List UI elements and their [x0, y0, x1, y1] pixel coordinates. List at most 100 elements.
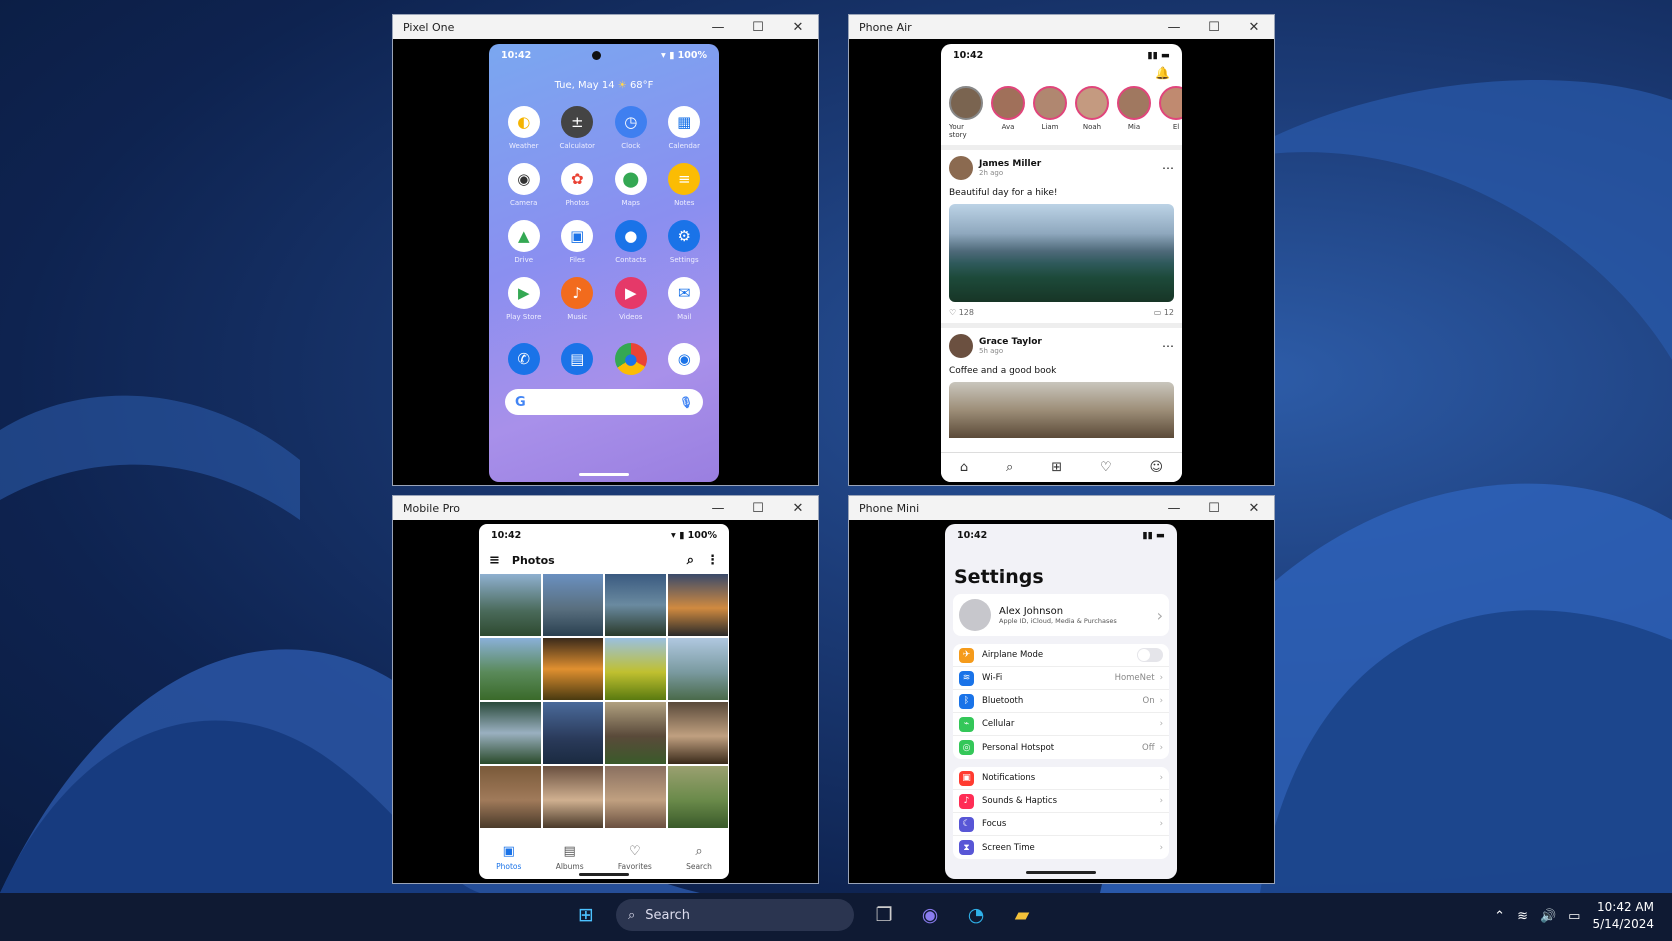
nav-photos[interactable]: ▣ Photos [496, 844, 521, 871]
photo-thumbnail[interactable] [480, 766, 541, 828]
app-calendar[interactable]: ▦ Calendar [658, 106, 712, 150]
nav-albums[interactable]: ▤ Albums [556, 844, 584, 871]
search-icon[interactable]: ⌕ [687, 553, 694, 568]
app-drive[interactable]: ▲ Drive [497, 220, 551, 264]
photo-thumbnail[interactable] [667, 638, 728, 700]
mic-icon[interactable]: 🎙 [679, 396, 693, 409]
airplane-toggle[interactable] [1137, 648, 1163, 662]
row-notifications[interactable]: ▣ Notifications › [953, 767, 1169, 790]
maximize-icon[interactable]: ☐ [1194, 501, 1234, 516]
app-files[interactable]: ▣ Files [551, 220, 605, 264]
home-indicator[interactable] [579, 873, 629, 876]
titlebar[interactable]: Phone Mini — ☐ ✕ [849, 496, 1274, 520]
app-notes[interactable]: ≡ Notes [658, 163, 712, 207]
avatar[interactable] [949, 334, 973, 358]
titlebar[interactable]: Phone Air — ☐ ✕ [849, 15, 1274, 39]
window-phone-air[interactable]: Phone Air — ☐ ✕ 10:42 ▮▮ ▬ 🔔 Your story A… [848, 14, 1275, 486]
story-item[interactable]: Liam [1033, 86, 1067, 139]
row-wifi[interactable]: ≋ Wi-Fi HomeNet › [953, 667, 1169, 690]
photo-thumbnail[interactable] [605, 574, 666, 636]
taskbar-search[interactable]: ⌕ Search [616, 899, 854, 931]
titlebar[interactable]: Mobile Pro — ☐ ✕ [393, 496, 818, 520]
more-icon[interactable]: ⋯ [1162, 339, 1174, 353]
photo-thumbnail[interactable] [667, 766, 728, 828]
clock[interactable]: 10:42 AM 5/14/2024 [1592, 899, 1654, 933]
story-item[interactable]: Your story [949, 86, 983, 139]
post-author[interactable]: Grace Taylor [979, 337, 1156, 347]
search-icon[interactable]: ⌕ [1006, 460, 1013, 475]
app-clock[interactable]: ◷ Clock [604, 106, 658, 150]
window-phone-mini[interactable]: Phone Mini — ☐ ✕ 10:42 ▮▮ ▬ Settings Alex… [848, 495, 1275, 884]
avatar[interactable] [949, 156, 973, 180]
more-icon[interactable]: ⋯ [1162, 161, 1174, 175]
wifi-icon[interactable]: ≋ [1517, 909, 1528, 924]
photo-thumbnail[interactable] [542, 574, 603, 636]
minimize-icon[interactable]: — [1154, 501, 1194, 516]
row-personal-hotspot[interactable]: ◎ Personal Hotspot Off › [953, 736, 1169, 759]
comment-count[interactable]: ▭ 12 [1154, 308, 1174, 317]
app-maps[interactable]: ⬤ Maps [604, 163, 658, 207]
bell-icon[interactable]: 🔔 [941, 66, 1182, 80]
app-mail[interactable]: ✉ Mail [658, 277, 712, 321]
photo-thumbnail[interactable] [605, 766, 666, 828]
dock-messages[interactable]: ▤ [551, 343, 605, 375]
story-item[interactable]: El [1159, 86, 1182, 139]
close-icon[interactable]: ✕ [778, 20, 818, 35]
file-explorer-icon[interactable]: ▰ [1006, 899, 1038, 931]
row-focus[interactable]: ☾ Focus › [953, 813, 1169, 836]
minimize-icon[interactable]: — [698, 501, 738, 516]
row-screen-time[interactable]: ⧗ Screen Time › [953, 836, 1169, 859]
dock-phone[interactable]: ✆ [497, 343, 551, 375]
task-view-icon[interactable]: ❐ [868, 899, 900, 931]
chevron-up-icon[interactable]: ⌃ [1494, 909, 1505, 924]
photo-thumbnail[interactable] [480, 574, 541, 636]
maximize-icon[interactable]: ☐ [738, 20, 778, 35]
dock-assistant[interactable]: ◉ [658, 343, 712, 375]
app-calculator[interactable]: ± Calculator [551, 106, 605, 150]
meet-icon[interactable]: ◉ [914, 899, 946, 931]
photo-thumbnail[interactable] [480, 638, 541, 700]
row-cellular[interactable]: ⌁ Cellular › [953, 713, 1169, 736]
profile-icon[interactable]: ☺ [1149, 460, 1163, 475]
home-icon[interactable]: ⌂ [960, 460, 968, 475]
home-indicator[interactable] [579, 473, 629, 476]
more-vert-icon[interactable]: ⋮ [706, 553, 719, 568]
photo-thumbnail[interactable] [667, 702, 728, 764]
app-settings[interactable]: ⚙ Settings [658, 220, 712, 264]
row-sounds-haptics[interactable]: ♪ Sounds & Haptics › [953, 790, 1169, 813]
dock-chrome[interactable]: ● [604, 343, 658, 375]
app-camera[interactable]: ◉ Camera [497, 163, 551, 207]
nav-search[interactable]: ⌕ Search [686, 844, 712, 871]
story-item[interactable]: Ava [991, 86, 1025, 139]
titlebar[interactable]: Pixel One — ☐ ✕ [393, 15, 818, 39]
photo-thumbnail[interactable] [542, 638, 603, 700]
photo-thumbnail[interactable] [667, 574, 728, 636]
minimize-icon[interactable]: — [1154, 20, 1194, 35]
row-airplane-mode[interactable]: ✈ Airplane Mode [953, 644, 1169, 667]
post-image-coffee-book[interactable] [949, 382, 1174, 438]
heart-icon[interactable]: ♡ [1100, 460, 1112, 475]
windows-start-icon[interactable]: ⊞ [570, 899, 602, 931]
close-icon[interactable]: ✕ [1234, 20, 1274, 35]
app-contacts[interactable]: ● Contacts [604, 220, 658, 264]
story-item[interactable]: Mia [1117, 86, 1151, 139]
battery-icon[interactable]: ▭ [1568, 909, 1580, 924]
like-count[interactable]: ♡ 128 [949, 308, 974, 317]
app-photos[interactable]: ✿ Photos [551, 163, 605, 207]
nav-favorites[interactable]: ♡ Favorites [618, 844, 652, 871]
photo-thumbnail[interactable] [605, 638, 666, 700]
photo-thumbnail[interactable] [480, 702, 541, 764]
edge-icon[interactable]: ◔ [960, 899, 992, 931]
google-search-bar[interactable]: G 🎙 [505, 389, 703, 415]
app-music[interactable]: ♪ Music [551, 277, 605, 321]
close-icon[interactable]: ✕ [1234, 501, 1274, 516]
photo-thumbnail[interactable] [542, 702, 603, 764]
photo-thumbnail[interactable] [605, 702, 666, 764]
window-mobile-pro[interactable]: Mobile Pro — ☐ ✕ 10:42 ▾ ▮ 100% ≡ Photos … [392, 495, 819, 884]
account-card[interactable]: Alex Johnson Apple ID, iCloud, Media & Pu… [953, 594, 1169, 636]
home-indicator[interactable] [1026, 871, 1096, 874]
story-item[interactable]: Noah [1075, 86, 1109, 139]
maximize-icon[interactable]: ☐ [738, 501, 778, 516]
photo-thumbnail[interactable] [542, 766, 603, 828]
row-bluetooth[interactable]: ᛒ Bluetooth On › [953, 690, 1169, 713]
